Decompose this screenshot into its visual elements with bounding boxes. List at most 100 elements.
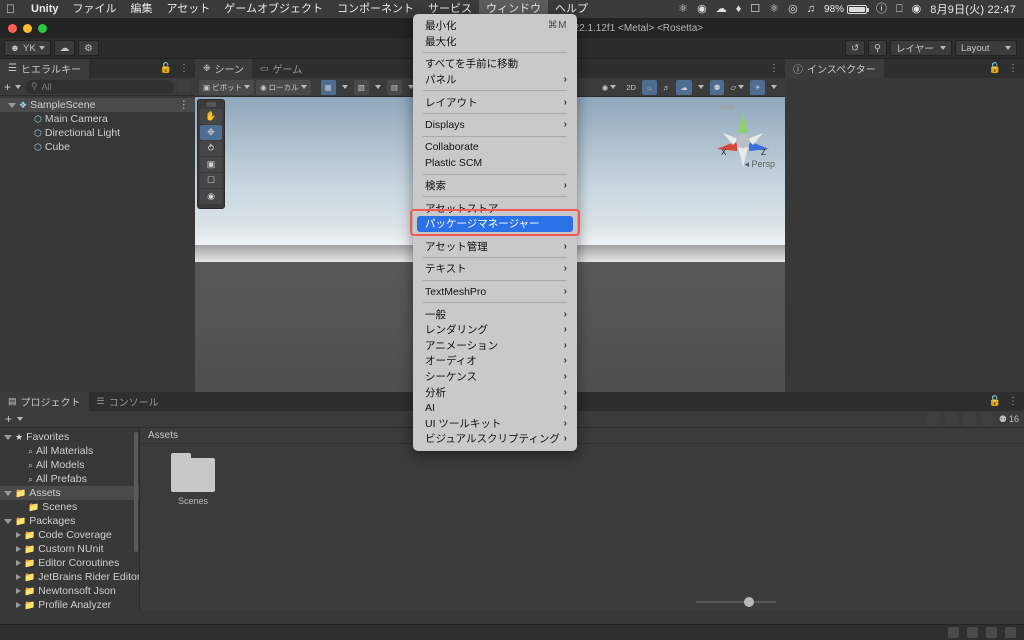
draw-mode-dropdown[interactable]: ◉: [598, 80, 621, 95]
scale-tool-icon[interactable]: ▣: [200, 157, 222, 172]
close-button[interactable]: [8, 24, 17, 33]
window-menu-item-18[interactable]: シーケンス ›: [413, 369, 577, 385]
window-menu-item-14[interactable]: 一般 ›: [413, 306, 577, 322]
tab-game[interactable]: ▭ ゲーム: [252, 59, 310, 78]
dropbox-icon[interactable]: ⚛: [678, 3, 688, 15]
expand-triangle-icon[interactable]: [16, 588, 21, 594]
window-menu-item-6[interactable]: Collaborate: [413, 140, 577, 156]
kebab-menu-icon[interactable]: ⋮: [1008, 396, 1018, 407]
expand-triangle-icon[interactable]: [4, 490, 12, 496]
kebab-menu-icon[interactable]: ⋮: [179, 99, 196, 111]
window-menu-item-4[interactable]: レイアウト ›: [413, 94, 577, 110]
scene-camera-button[interactable]: ▱: [726, 80, 748, 95]
scene-orientation-gizmo[interactable]: X Z: [707, 103, 779, 183]
services-settings-button[interactable]: ⚙: [78, 40, 99, 56]
hierarchy-search-input[interactable]: ⚲ All: [25, 79, 174, 94]
save-search-icon[interactable]: [926, 412, 940, 426]
window-menu-item-8[interactable]: 検索 ›: [413, 178, 577, 194]
hierarchy-row[interactable]: ⬡ Directional Light: [0, 126, 195, 140]
window-menu-item-0[interactable]: 最小化 ⌘M: [413, 18, 577, 34]
window-menu-item-16[interactable]: アニメーション ›: [413, 338, 577, 354]
add-gameobject-button[interactable]: +: [4, 81, 11, 93]
window-menu-item-9[interactable]: アセットストア: [413, 200, 577, 216]
hand-tool-icon[interactable]: ✋: [200, 109, 222, 124]
expand-triangle-icon[interactable]: [16, 546, 21, 552]
project-tree-row[interactable]: ★ Favorites: [0, 430, 139, 444]
collab-icon[interactable]: [948, 627, 959, 638]
grid-snap-dropdown[interactable]: [338, 80, 352, 95]
scene-perspective-label[interactable]: ◂ Persp: [744, 159, 775, 170]
hierarchy-row[interactable]: ⬡ Main Camera: [0, 112, 195, 126]
grid-snap-button[interactable]: ▦: [320, 79, 336, 95]
undo-history-button[interactable]: ↺: [845, 40, 866, 56]
transform-tool-icon[interactable]: ◉: [200, 189, 222, 204]
zoom-slider-knob[interactable]: [744, 597, 754, 607]
project-tree-row[interactable]: ⌕ All Materials: [0, 444, 139, 458]
maximize-button[interactable]: [38, 24, 47, 33]
code-optimization-icon[interactable]: [986, 627, 997, 638]
project-zoom-slider[interactable]: [696, 596, 776, 608]
project-tree-scrollbar[interactable]: [134, 432, 138, 552]
packages-filter-icon[interactable]: [944, 412, 958, 426]
project-tree-row[interactable]: 📁 Assets: [0, 486, 139, 500]
expand-triangle-icon[interactable]: [16, 560, 21, 566]
handle-space-dropdown[interactable]: ◉ ローカル: [256, 79, 311, 95]
project-tree-row[interactable]: 📁 Profile Analyzer: [0, 598, 139, 610]
create-asset-button[interactable]: +: [5, 413, 12, 425]
hierarchy-row[interactable]: ⬡ Cube: [0, 140, 195, 154]
battery-indicator[interactable]: 98%: [824, 4, 870, 15]
project-tree-row[interactable]: 📁 Custom NUnit: [0, 542, 139, 556]
window-menu-item-15[interactable]: レンダリング ›: [413, 322, 577, 338]
macos-menu-5[interactable]: コンポーネント: [330, 0, 421, 18]
kebab-menu-icon[interactable]: ⋮: [1008, 63, 1018, 74]
kebab-menu-icon[interactable]: ⋮: [179, 63, 189, 74]
display-icon[interactable]: ☐: [750, 3, 760, 15]
scene-fx-dropdown[interactable]: [694, 80, 708, 95]
rotate-tool-icon[interactable]: ⥁: [200, 141, 222, 156]
window-menu-item-3[interactable]: パネル ›: [413, 72, 577, 88]
pivot-dropdown[interactable]: ▣ ピボット: [199, 79, 255, 95]
search-button[interactable]: ⚲: [868, 40, 887, 56]
component-tools-button[interactable]: ▤: [386, 79, 402, 95]
window-menu-item-5[interactable]: Displays ›: [413, 117, 577, 133]
tab-console[interactable]: ☰ コンソール: [89, 392, 167, 411]
scene-audio-button[interactable]: ♬: [659, 80, 675, 95]
hidden-packages-counter[interactable]: ⚉ 16: [999, 414, 1019, 425]
chevron-down-icon[interactable]: [15, 84, 22, 89]
minimize-button[interactable]: [23, 24, 32, 33]
layers-dropdown[interactable]: レイヤー: [890, 40, 952, 56]
grid-visibility-button[interactable]: ▧: [353, 79, 369, 95]
macos-menu-4[interactable]: ゲームオブジェクト: [217, 0, 330, 18]
expand-triangle-icon[interactable]: [4, 518, 12, 524]
tab-project[interactable]: ▤ プロジェクト: [0, 392, 89, 411]
window-menu-item-7[interactable]: Plastic SCM: [413, 155, 577, 171]
kebab-menu-icon[interactable]: ⋮: [769, 63, 779, 74]
overlay-grip-handle[interactable]: [206, 102, 216, 107]
expand-triangle-icon[interactable]: [16, 602, 21, 608]
window-menu-item-2[interactable]: すべてを手前に移動: [413, 56, 577, 72]
lock-icon[interactable]: 🔓: [160, 63, 172, 74]
layout-dropdown[interactable]: Layout: [955, 40, 1017, 56]
window-menu-item-12[interactable]: テキスト ›: [413, 261, 577, 277]
cloud-button[interactable]: ☁: [53, 40, 76, 56]
window-controls[interactable]: [8, 24, 47, 33]
label-filter-icon[interactable]: [962, 412, 976, 426]
window-menu-item-11[interactable]: アセット管理 ›: [413, 239, 577, 255]
progress-icon[interactable]: [1005, 627, 1016, 638]
tab-inspector[interactable]: ⓘ インスペクター: [785, 59, 884, 78]
window-menu-item-13[interactable]: TextMeshPro ›: [413, 284, 577, 300]
grid-visibility-dropdown[interactable]: [371, 80, 385, 95]
bluetooth-icon[interactable]: ♦: [736, 3, 742, 15]
screen-record-icon[interactable]: ◉: [697, 3, 707, 15]
expand-triangle-icon[interactable]: [16, 574, 21, 580]
scene-lighting-button[interactable]: ☼: [641, 79, 657, 95]
expand-triangle-icon[interactable]: [16, 532, 21, 538]
chevron-down-icon[interactable]: [17, 417, 24, 421]
cloud-build-icon[interactable]: [967, 627, 978, 638]
macos-menu-1[interactable]: ファイル: [66, 0, 124, 18]
scene-fx-button[interactable]: ☁: [676, 79, 692, 95]
window-menu-dropdown[interactable]: 最小化 ⌘M 最大化 すべてを手前に移動 パネル › レイアウト › Displays › Coll…: [413, 14, 577, 451]
expand-triangle-icon[interactable]: [4, 434, 12, 440]
window-menu-item-22[interactable]: ビジュアルスクリプティング ›: [413, 431, 577, 447]
macos-menu-3[interactable]: アセット: [160, 0, 218, 18]
